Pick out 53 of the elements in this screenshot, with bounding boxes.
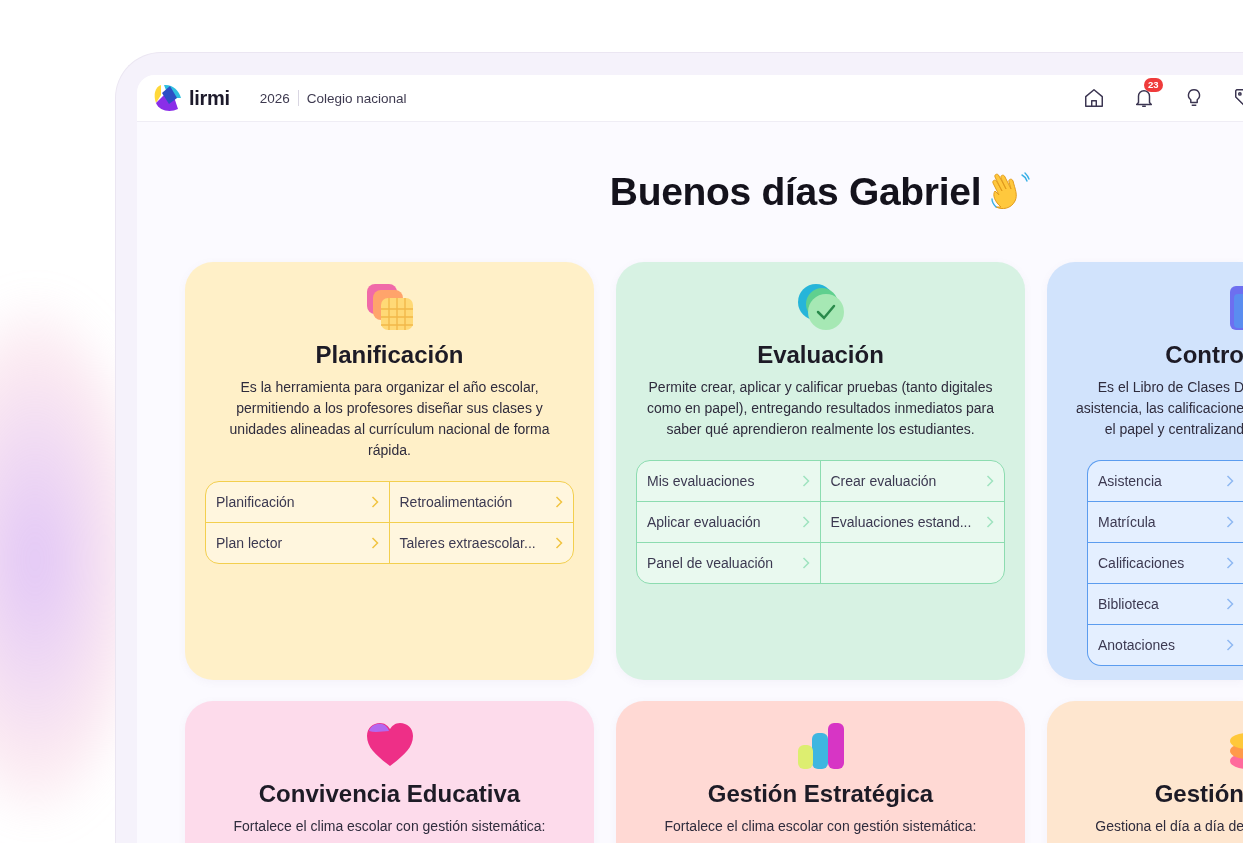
home-icon[interactable] xyxy=(1083,87,1105,109)
chevron-right-icon xyxy=(1226,639,1234,651)
chevron-right-icon xyxy=(370,537,379,549)
module-link[interactable]: Aplicar evaluación xyxy=(637,501,821,542)
module-link[interactable]: Calificaciones xyxy=(1088,542,1243,583)
chevron-right-icon xyxy=(801,557,810,569)
module-link[interactable]: Panel de vealuación xyxy=(637,542,821,583)
chevron-right-icon xyxy=(986,475,994,487)
chevron-right-icon xyxy=(555,496,563,508)
module-description: el papel y centralizand xyxy=(1103,420,1243,439)
chevron-right-icon xyxy=(1226,557,1234,569)
module-description: Permite crear, aplicar y calificar pruebas (tanto digitales como en papel), entregando resultados inmediatos para saber qué aprendieron realmente los estudiantes. xyxy=(645,378,996,439)
chevron-right-icon xyxy=(555,537,563,549)
module-link[interactable]: Mis evaluaciones xyxy=(637,461,821,501)
module-title: Contro xyxy=(1165,340,1243,370)
module-description: asistencia, las calificacione xyxy=(1075,399,1243,418)
greeting: Buenos días Gabriel xyxy=(609,170,982,214)
module-description: Es la herramienta para organizar el año escolar, permitiendo a los profesores diseñar sus clases y unidades alineadas al currículum nacional de forma rápida. xyxy=(228,378,551,460)
bar-chart-icon xyxy=(795,721,846,771)
module-description: Es el Libro de Clases D xyxy=(1096,378,1243,397)
chevron-right-icon xyxy=(1226,475,1234,487)
module-link[interactable]: Plan lector xyxy=(206,522,390,563)
chevron-right-icon xyxy=(801,475,810,487)
module-link[interactable]: Taleres extraescolar... xyxy=(389,522,573,563)
bell-icon[interactable] xyxy=(1133,87,1155,109)
module-link[interactable]: Biblioteca xyxy=(1088,583,1243,624)
chevron-right-icon xyxy=(1226,598,1234,610)
module-description: Fortalece el clima escolar con gestión sistemática: xyxy=(232,817,547,836)
check-circle-icon xyxy=(795,282,846,332)
module-link[interactable]: Planificación xyxy=(206,482,390,522)
module-title: Evaluación xyxy=(757,340,884,370)
module-link[interactable]: Matrícula xyxy=(1088,501,1243,542)
logo-text: lirmi xyxy=(189,86,230,110)
module-title: Planificación xyxy=(315,340,464,370)
module-title: Gestión xyxy=(1154,779,1243,809)
notification-badge: 23 xyxy=(1144,78,1163,92)
module-description: Gestiona el día a día de xyxy=(1095,817,1243,836)
chevron-right-icon xyxy=(370,496,379,508)
chevron-right-icon xyxy=(1226,516,1234,528)
module-title: Convivencia Educativa xyxy=(258,779,521,809)
school-year[interactable]: 2026 xyxy=(259,90,290,106)
chevron-right-icon xyxy=(986,516,994,528)
module-link[interactable]: Retroalimentación xyxy=(389,482,573,522)
module-link[interactable]: Anotaciones xyxy=(1088,624,1243,665)
module-link[interactable]: Asistencia xyxy=(1088,461,1243,501)
calendar-stack-icon xyxy=(364,282,415,332)
module-title: Gestión Estratégica xyxy=(707,779,934,809)
module-description: Fortalece el clima escolar con gestión sistemática: xyxy=(663,817,978,836)
logo-icon xyxy=(153,83,183,113)
module-link[interactable]: Crear evaluación xyxy=(820,461,1004,501)
module-link[interactable]: Evaluaciones estand... xyxy=(820,501,1004,542)
school-name[interactable]: Colegio nacional xyxy=(306,90,407,106)
chevron-right-icon xyxy=(801,516,810,528)
